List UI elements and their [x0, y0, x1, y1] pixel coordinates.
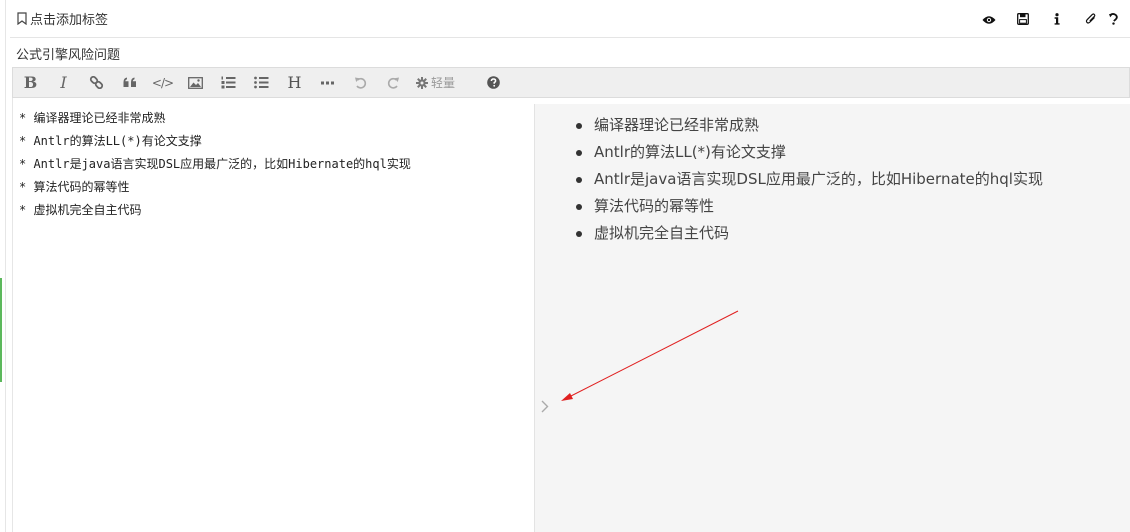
- image-button[interactable]: [179, 68, 212, 97]
- left-accent-stripe: [0, 278, 2, 382]
- editor-line: * Antlr的算法LL(*)有论文支撑: [19, 134, 202, 148]
- undo-button[interactable]: [344, 68, 377, 97]
- ordered-list-icon: [221, 76, 236, 89]
- history-icon: [1108, 10, 1118, 29]
- preview-list-item: 算法代码的幂等性: [576, 193, 1043, 220]
- info-icon: [1054, 10, 1060, 29]
- header-actions: [972, 0, 1130, 38]
- preview-list-item: 虚拟机完全自主代码: [576, 220, 1043, 247]
- preview-list-item: Antlr的算法LL(*)有论文支撑: [576, 139, 1043, 166]
- editor-line: * 编译器理论已经非常成熟: [19, 111, 166, 125]
- light-mode-button[interactable]: 轻量: [410, 68, 461, 97]
- preview-list-item: 编译器理论已经非常成熟: [576, 112, 1043, 139]
- left-border: [5, 0, 6, 532]
- note-editor-page: 点击添加标签 公式引擎风险问题 B I </> H 轻量 * 编译器理论已经非常…: [0, 0, 1130, 532]
- horizontal-rule-button[interactable]: [311, 68, 344, 97]
- attachment-button[interactable]: [1074, 0, 1108, 38]
- quote-button[interactable]: [113, 68, 146, 97]
- undo-icon: [354, 76, 367, 89]
- quote-icon: [123, 77, 137, 88]
- markdown-preview: 编译器理论已经非常成熟 Antlr的算法LL(*)有论文支撑 Antlr是jav…: [535, 104, 1130, 532]
- info-button[interactable]: [1040, 0, 1074, 38]
- redo-icon: [387, 76, 400, 89]
- add-tag-label: 点击添加标签: [30, 13, 109, 28]
- ordered-list-button[interactable]: [212, 68, 245, 97]
- toggle-preview-button[interactable]: [539, 397, 551, 417]
- save-button[interactable]: [1006, 0, 1040, 38]
- editor-line: * 算法代码的幂等性: [19, 180, 130, 194]
- note-title[interactable]: 公式引擎风险问题: [16, 44, 120, 63]
- save-icon: [1017, 10, 1029, 29]
- markdown-editor[interactable]: * 编译器理论已经非常成熟 * Antlr的算法LL(*)有论文支撑 * Ant…: [12, 98, 534, 532]
- bold-button[interactable]: B: [14, 68, 47, 97]
- question-circle-icon: [487, 76, 500, 89]
- unordered-list-icon: [254, 76, 269, 89]
- code-button[interactable]: </>: [146, 68, 179, 97]
- gear-icon: [416, 76, 428, 89]
- add-tag-button[interactable]: 点击添加标签: [10, 9, 108, 28]
- preview-list: 编译器理论已经非常成熟 Antlr的算法LL(*)有论文支撑 Antlr是jav…: [576, 112, 1043, 247]
- light-mode-label: 轻量: [431, 76, 456, 90]
- unordered-list-button[interactable]: [245, 68, 278, 97]
- preview-list-item: Antlr是java语言实现DSL应用最广泛的，比如Hibernate的hql实…: [576, 166, 1043, 193]
- chevron-right-icon: [541, 398, 549, 417]
- help-button[interactable]: [477, 68, 510, 97]
- heading-button[interactable]: H: [278, 68, 311, 97]
- editor-line: * Antlr是java语言实现DSL应用最广泛的，比如Hibernate的hq…: [19, 157, 411, 171]
- editor-line: * 虚拟机完全自主代码: [19, 203, 142, 217]
- italic-button[interactable]: I: [47, 68, 80, 97]
- link-button[interactable]: [80, 68, 113, 97]
- image-icon: [188, 76, 203, 89]
- editor-toolbar: B I </> H 轻量: [12, 67, 1130, 98]
- redo-button[interactable]: [377, 68, 410, 97]
- link-icon: [89, 76, 104, 89]
- history-button[interactable]: [1108, 0, 1130, 38]
- note-header: 点击添加标签: [10, 0, 1130, 38]
- preview-button[interactable]: [972, 0, 1006, 38]
- bookmark-icon: [16, 12, 28, 25]
- preview-icon: [982, 10, 996, 29]
- attachment-icon: [1085, 10, 1097, 29]
- more-dots-icon: [321, 81, 334, 85]
